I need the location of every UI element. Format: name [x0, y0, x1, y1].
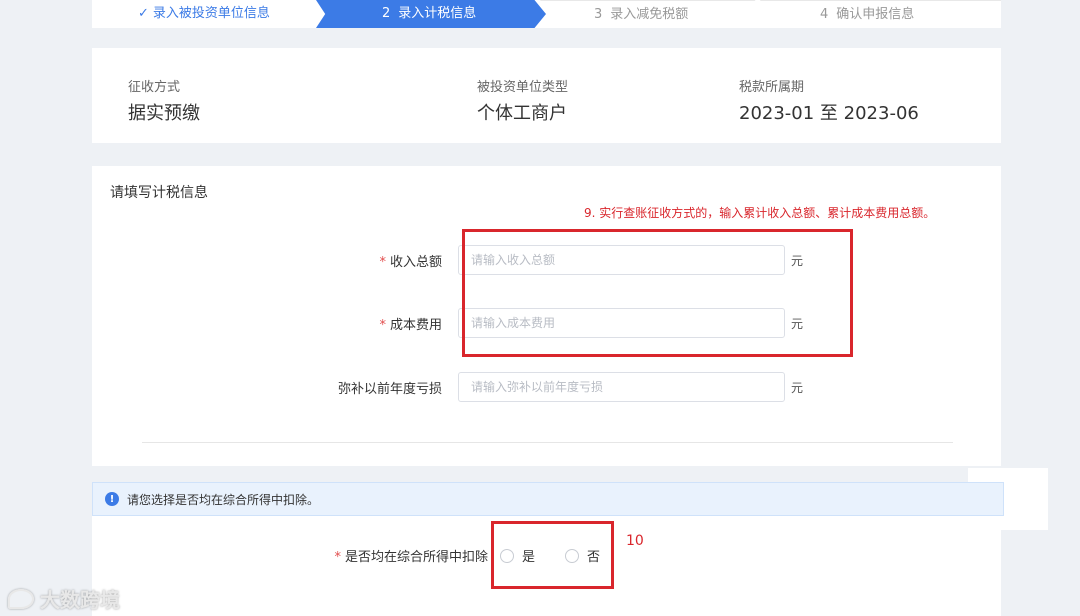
cost-label: * 成本费用: [379, 317, 442, 333]
step-3-number: 3: [594, 6, 603, 22]
watermark-text: 大数跨境: [40, 588, 120, 612]
watermark-logo-icon: [8, 588, 34, 609]
loss-offset-label: 弥补以前年度亏损: [337, 381, 442, 397]
step-1-label: 录入被投资单位信息: [152, 6, 270, 21]
step-2-label: 录入计税信息: [398, 6, 477, 21]
step-4-number: 4: [820, 6, 829, 22]
watermark: 大数跨境: [8, 584, 120, 613]
step-4-label: 确认申报信息: [836, 6, 915, 22]
unit-type-value: 个体工商户: [477, 103, 567, 124]
annotation-note-9: 9. 实行查账征收方式的，输入累计收入总额、累计成本费用总额。: [584, 206, 936, 220]
notice-text: 请您选择是否均在综合所得中扣除。: [127, 492, 320, 507]
summary-card: 征收方式 据实预缴 被投资单位类型 个体工商户 税款所属期 2023-01 至 …: [92, 48, 1001, 143]
step-4[interactable]: 4 确认申报信息: [760, 0, 1001, 28]
step-3[interactable]: 3 录入减免税额: [540, 0, 766, 28]
required-mark: *: [379, 254, 386, 270]
income-label: * 收入总额: [379, 254, 442, 270]
annotation-box-10: [491, 521, 614, 589]
deduction-label: * 是否均在综合所得中扣除: [334, 550, 488, 565]
loss-offset-unit: 元: [791, 380, 804, 395]
tax-period-label: 税款所属期: [739, 80, 805, 95]
loss-offset-input[interactable]: [458, 372, 785, 402]
info-notice: ! 请您选择是否均在综合所得中扣除。: [92, 482, 1004, 516]
required-mark: *: [334, 550, 341, 565]
step-1[interactable]: ✓ 录入被投资单位信息: [92, 0, 320, 28]
tax-period: 税款所属期 2023-01 至 2023-06: [739, 76, 919, 125]
step-3-label: 录入减免税额: [610, 6, 689, 22]
collection-method: 征收方式 据实预缴: [128, 76, 200, 125]
progress-stepper: ✓ 录入被投资单位信息 2 录入计税信息 3 录入减免税额 4 确认申报信息: [92, 0, 1001, 28]
check-icon: ✓: [138, 6, 149, 21]
annotation-note-10: 10: [626, 533, 644, 549]
form-divider: [142, 442, 953, 443]
loss-offset-row: 弥补以前年度亏损 元: [258, 372, 803, 402]
unit-type-label: 被投资单位类型: [477, 80, 569, 95]
collection-method-value: 据实预缴: [128, 103, 200, 124]
unit-type: 被投资单位类型 个体工商户: [477, 76, 568, 125]
step-2-active[interactable]: 2 录入计税信息: [316, 0, 546, 28]
info-icon: !: [105, 492, 119, 506]
annotation-box-9: [462, 229, 853, 357]
collection-method-label: 征收方式: [128, 80, 181, 95]
form-title: 请填写计税信息: [110, 185, 208, 201]
required-mark: *: [379, 317, 386, 333]
step-2-number: 2: [382, 6, 391, 21]
tax-period-value: 2023-01 至 2023-06: [739, 103, 919, 124]
